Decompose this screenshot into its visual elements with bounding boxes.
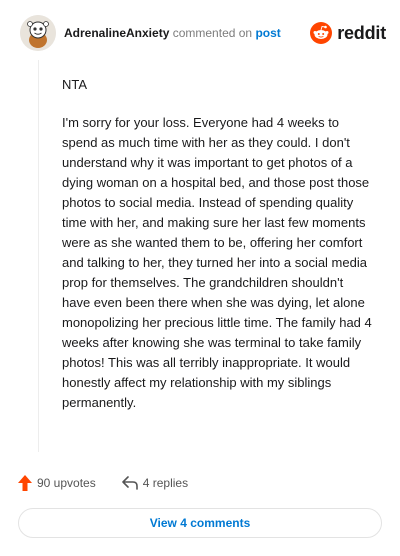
- comment-meta: AdrenalineAnxiety commented on post: [64, 25, 310, 41]
- reddit-wordmark: reddit: [337, 22, 386, 43]
- username-link[interactable]: AdrenalineAnxiety: [64, 26, 169, 40]
- view-comments-button[interactable]: View 4 comments: [18, 508, 382, 538]
- upvote-button[interactable]: 90 upvotes: [18, 475, 96, 491]
- reddit-brand[interactable]: reddit: [310, 22, 386, 44]
- reply-arrow-icon: [121, 476, 138, 490]
- comment-footer: 90 upvotes 4 replies: [18, 472, 384, 494]
- comment-paragraph: I'm sorry for your loss. Everyone had 4 …: [62, 115, 372, 410]
- upvote-count: 90 upvotes: [37, 476, 96, 490]
- avatar[interactable]: [20, 15, 56, 51]
- action-text: commented on: [172, 26, 253, 40]
- comment-card: AdrenalineAnxiety commented on post redd…: [0, 0, 400, 556]
- replies-button[interactable]: 4 replies: [121, 476, 189, 490]
- comment-paragraph: NTA: [62, 77, 88, 92]
- comment-body: NTA I'm sorry for your loss. Everyone ha…: [62, 75, 374, 431]
- reddit-logo-icon: [310, 22, 333, 44]
- reply-count: 4 replies: [142, 476, 189, 490]
- post-link[interactable]: post: [255, 26, 280, 40]
- comment-header: AdrenalineAnxiety commented on post redd…: [20, 14, 386, 52]
- upvote-arrow-icon: [18, 475, 32, 491]
- snoo-avatar-icon: [20, 15, 56, 51]
- thread-line: [38, 60, 39, 452]
